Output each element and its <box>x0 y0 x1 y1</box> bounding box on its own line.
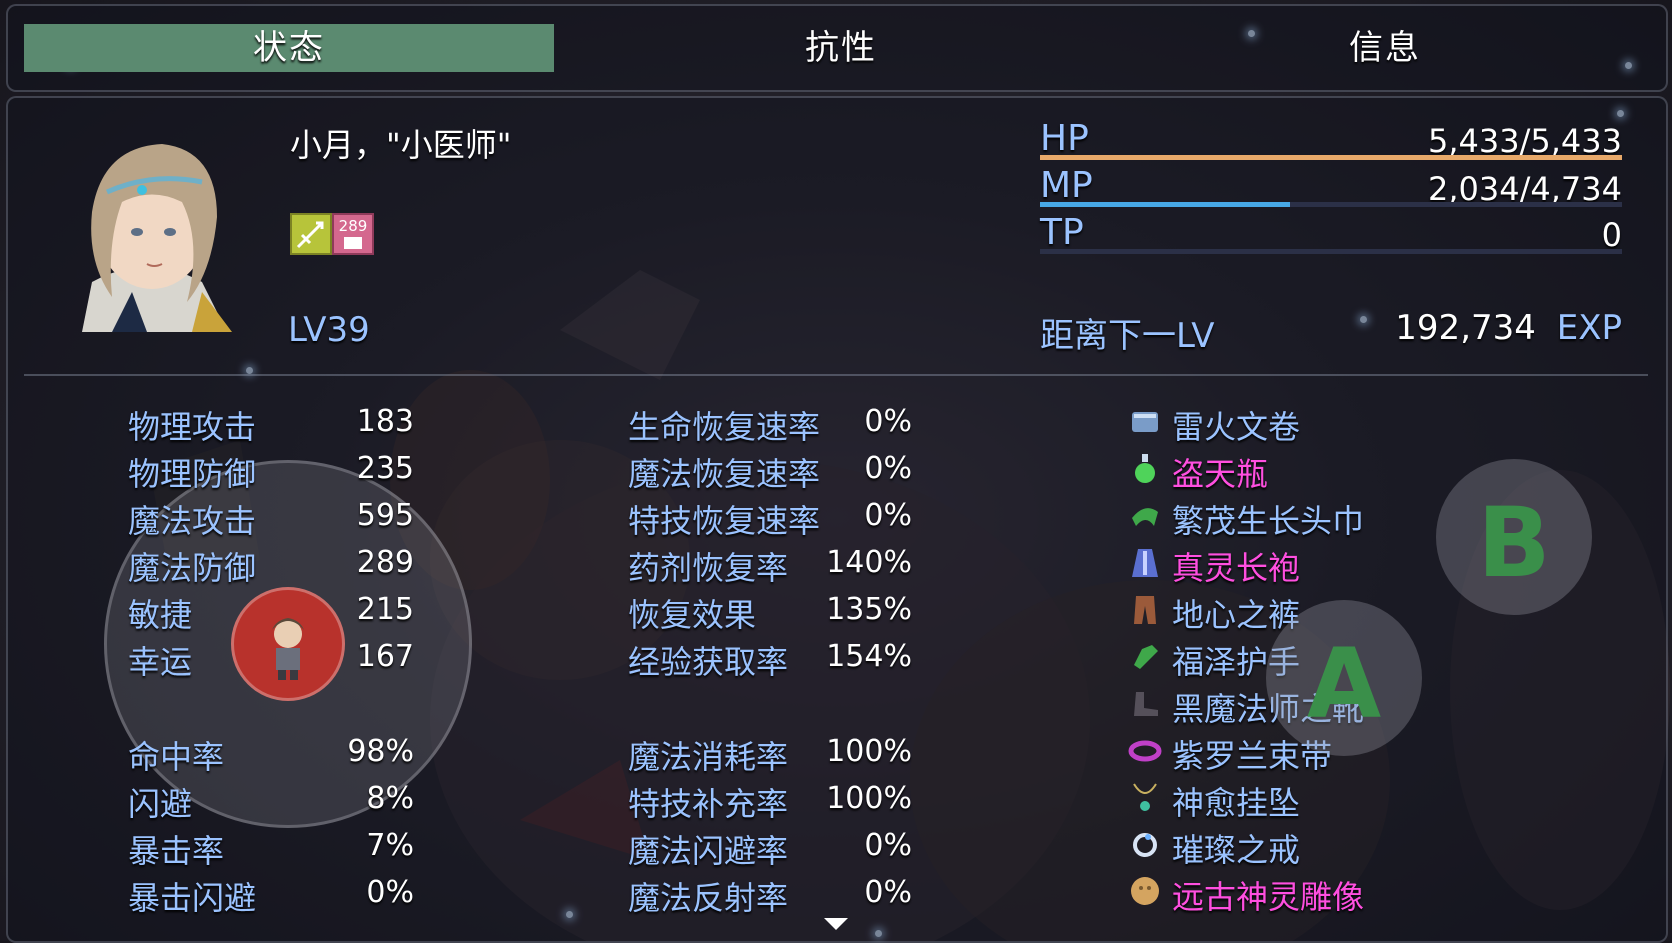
a-button-label: A <box>1306 628 1382 740</box>
stat-label: 闪避 <box>128 785 193 823</box>
stat-value: 8% <box>366 781 414 816</box>
equipment-name: 盗天瓶 <box>1172 455 1269 493</box>
stat-value: 135% <box>826 592 912 627</box>
stat-value: 140% <box>826 545 912 580</box>
mp-gauge <box>1040 202 1622 207</box>
section-divider <box>24 374 1648 376</box>
equipment-slot[interactable]: 璀璨之戒 <box>1128 825 1428 869</box>
potion-icon <box>1135 454 1155 483</box>
sword-buff-icon <box>296 221 324 249</box>
tab-status[interactable]: 状态 <box>24 24 554 72</box>
stat-label: 暴击率 <box>128 832 225 870</box>
buff-icon <box>290 213 332 255</box>
stat-value: 0% <box>864 498 912 533</box>
ring-icon <box>1133 833 1157 857</box>
equipment-slot[interactable]: 盗天瓶 <box>1128 449 1428 493</box>
stat-label: 物理防御 <box>128 455 257 493</box>
stat-value: 235 <box>356 451 414 486</box>
stat-label: 魔法闪避率 <box>628 832 789 870</box>
equipment-slot[interactable]: 远古神灵雕像 <box>1128 872 1428 916</box>
stat-value: 0% <box>864 875 912 910</box>
level-text: LV39 <box>288 310 370 350</box>
equipment-slot[interactable]: 繁茂生长头巾 <box>1128 496 1428 540</box>
stat-value: 215 <box>356 592 414 627</box>
pendant-icon <box>1133 783 1157 811</box>
stat-value: 100% <box>826 781 912 816</box>
scroll-icon <box>1132 412 1158 432</box>
state-badge-count: 289 <box>338 217 368 235</box>
stat-label: 命中率 <box>128 738 225 776</box>
hp-gauge-fill <box>1040 155 1622 160</box>
stat-label: 魔法防御 <box>128 549 257 587</box>
exp-number: 192,734 <box>1395 308 1536 348</box>
b-button-label: B <box>1477 487 1551 599</box>
stat-label: 物理攻击 <box>128 408 257 446</box>
robe-icon <box>1132 549 1158 577</box>
exp-unit: EXP <box>1556 308 1622 348</box>
exp-value: 192,734 EXP <box>1300 308 1622 348</box>
pants-icon <box>1134 596 1156 624</box>
state-badge: 289 <box>332 213 374 255</box>
hp-label: HP <box>1040 118 1089 159</box>
stat-value: 289 <box>356 545 414 580</box>
stat-value: 167 <box>356 639 414 674</box>
stat-label: 暴击闪避 <box>128 879 257 917</box>
equipment-name: 真灵长袍 <box>1172 549 1301 587</box>
stat-label: 特技补充率 <box>628 785 789 823</box>
stat-label: 魔法消耗率 <box>628 738 789 776</box>
stat-value: 183 <box>356 404 414 439</box>
boots-icon <box>1134 692 1158 716</box>
stat-value: 0% <box>864 404 912 439</box>
stat-label: 敏捷 <box>128 596 193 634</box>
stat-label: 幸运 <box>128 643 193 681</box>
gift-icon <box>344 237 362 249</box>
hp-gauge <box>1040 155 1622 160</box>
stat-value: 98% <box>347 734 414 769</box>
tp-label: TP <box>1040 212 1084 253</box>
stat-value: 7% <box>366 828 414 863</box>
equipment-name: 繁茂生长头巾 <box>1172 502 1365 540</box>
b-button[interactable]: B <box>1436 459 1592 615</box>
stat-value: 595 <box>356 498 414 533</box>
equipment-name: 雷火文卷 <box>1172 408 1301 446</box>
belt-icon <box>1128 740 1162 762</box>
equipment-slot[interactable]: 雷火文卷 <box>1128 402 1428 446</box>
stat-label: 药剂恢复率 <box>628 549 789 587</box>
exp-label: 距离下一LV <box>1040 316 1215 356</box>
stat-label: 魔法反射率 <box>628 879 789 917</box>
equipment-name: 远古神灵雕像 <box>1172 878 1365 916</box>
statue-icon <box>1131 877 1159 905</box>
equipment-name: 神愈挂坠 <box>1172 784 1301 822</box>
mp-label: MP <box>1040 165 1093 206</box>
tab-resistance[interactable]: 抗性 <box>576 24 1106 72</box>
stat-value: 0% <box>864 451 912 486</box>
stat-value: 0% <box>864 828 912 863</box>
stat-value: 0% <box>366 875 414 910</box>
stat-label: 魔法攻击 <box>128 502 257 540</box>
tab-bar: 状态 抗性 信息 <box>6 4 1668 92</box>
headband-icon <box>1132 508 1158 526</box>
stat-value: 100% <box>826 734 912 769</box>
tab-info[interactable]: 信息 <box>1120 24 1650 72</box>
gauntlet-icon <box>1134 645 1158 669</box>
stat-label: 恢复效果 <box>628 596 757 634</box>
stat-value: 154% <box>826 639 912 674</box>
character-level: LV39 <box>288 310 370 350</box>
mp-gauge-fill <box>1040 202 1291 207</box>
stat-label: 经验获取率 <box>628 643 789 681</box>
tp-gauge <box>1040 249 1622 254</box>
character-name: 小月，"小医师" <box>290 126 512 164</box>
equipment-slot[interactable]: 神愈挂坠 <box>1128 778 1428 822</box>
scroll-down-arrow-icon[interactable] <box>824 918 848 932</box>
equipment-slot[interactable]: 真灵长袍 <box>1128 543 1428 587</box>
a-button[interactable]: A <box>1266 600 1422 756</box>
equipment-name: 璀璨之戒 <box>1172 831 1301 869</box>
character-portrait <box>82 144 232 332</box>
